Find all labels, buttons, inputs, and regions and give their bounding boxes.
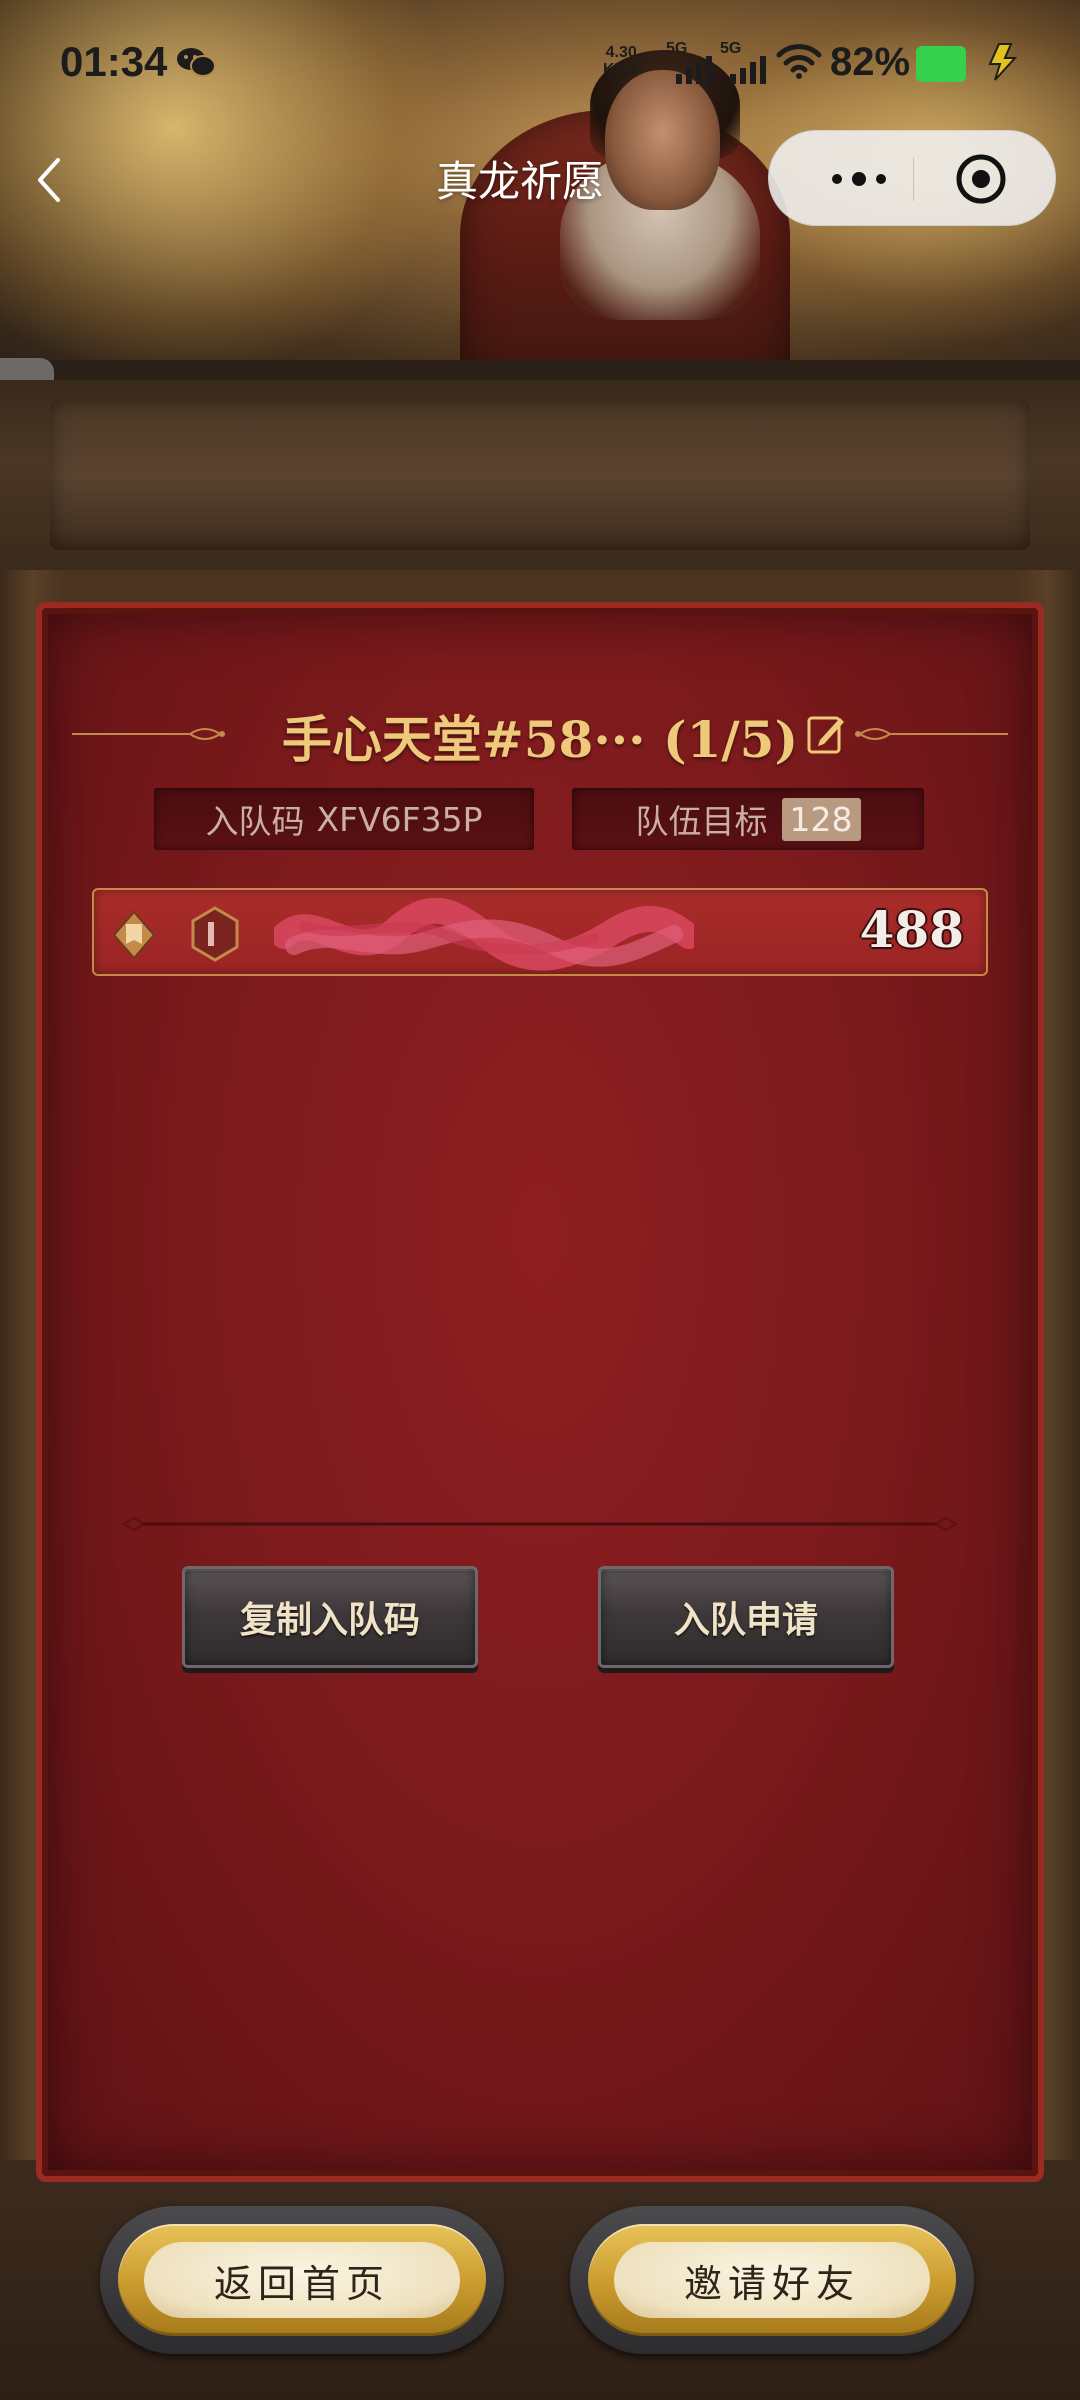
target-circle-icon[interactable] — [953, 151, 1009, 207]
team-goal-tag: 队伍目标 128 — [572, 788, 924, 850]
team-goal-label: 队伍目标 — [635, 802, 768, 841]
home-button-frame: 返回首页 — [100, 2206, 504, 2354]
invite-button-frame: 邀请好友 — [570, 2206, 974, 2354]
edit-icon[interactable] — [806, 712, 846, 756]
team-code-label: 入队码 — [205, 802, 305, 841]
charging-icon — [988, 43, 1018, 81]
panel-divider — [122, 1516, 958, 1532]
team-code-tag: 入队码 XFV6F35P — [154, 788, 534, 850]
join-request-button[interactable]: 入队申请 — [598, 1566, 894, 1668]
avatar — [191, 906, 239, 962]
battery-percent: 82% — [830, 40, 911, 84]
page-title: 真龙祈愿 — [435, 157, 604, 206]
wechat-icon — [177, 48, 216, 77]
signal-bars-icon — [676, 56, 712, 84]
copy-code-button[interactable]: 复制入队码 — [182, 1566, 478, 1668]
redaction-scribble — [274, 897, 694, 971]
invite-button[interactable]: 邀请好友 — [588, 2224, 956, 2336]
wifi-icon — [776, 44, 822, 79]
status-bar: 01:34 4.30 KB/s 5G 5G 82% — [0, 0, 1080, 120]
invite-button-label: 邀请好友 — [614, 2242, 930, 2318]
signal-bars-icon — [730, 56, 766, 84]
rank-badge-icon — [112, 910, 156, 960]
battery-icon — [916, 46, 966, 82]
wood-plank — [50, 400, 1030, 550]
member-score: 488 — [859, 900, 964, 959]
home-button[interactable]: 返回首页 — [118, 2224, 486, 2336]
more-dots-icon — [832, 174, 842, 184]
status-time: 01:34 — [60, 38, 168, 85]
chevron-left-icon — [38, 158, 60, 202]
team-goal-value: 128 — [781, 797, 861, 841]
wood-header-frame — [0, 380, 1080, 580]
mini-program-capsule — [768, 130, 1056, 226]
team-title: 手心天堂#58··· (1/5) — [281, 710, 799, 769]
capsule-divider — [913, 157, 914, 201]
net-speed-unit: KB/s — [603, 61, 640, 78]
back-button[interactable] — [24, 150, 74, 210]
net-speed-value: 4.30 — [605, 44, 637, 61]
net-speed: 4.30 KB/s — [603, 44, 639, 78]
more-button[interactable] — [809, 153, 909, 205]
hero-bottom-edge — [0, 360, 1080, 380]
team-code-value: XFV6F35P — [316, 799, 483, 839]
signal-1: 5G — [666, 40, 718, 84]
home-button-label: 返回首页 — [144, 2242, 460, 2318]
member-row[interactable]: 488 — [92, 888, 988, 976]
signal-2: 5G — [720, 40, 772, 84]
